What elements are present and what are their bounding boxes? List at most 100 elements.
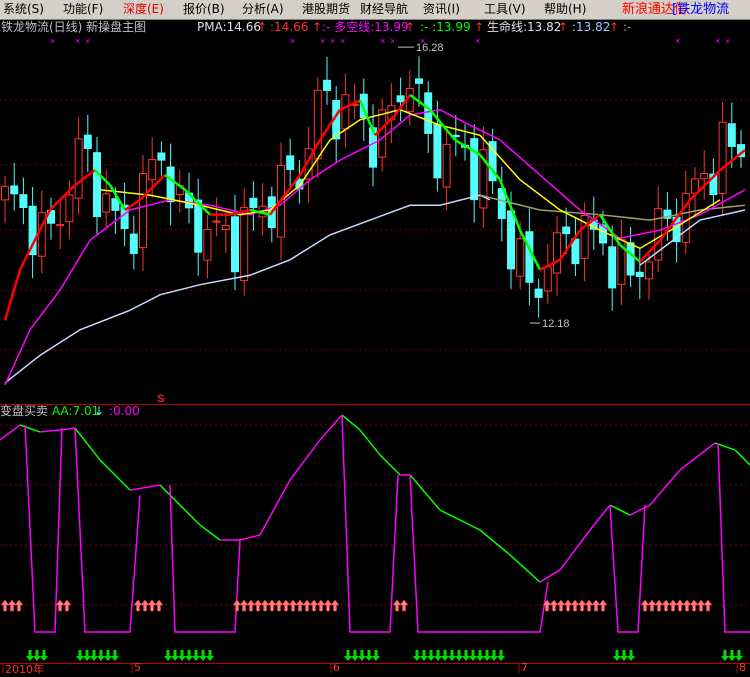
top-marker: × [725,36,730,46]
menu-bar: 系统(S) 功能(F) 深度(E) 报价(B) 分析(A) 港股期货 财经导航 … [0,0,750,20]
aa-drop-line [341,414,399,633]
sell-arrow-icon [351,650,359,661]
candle-body [56,223,65,227]
candle-body [626,242,635,276]
sell-arrow-icon [90,650,98,661]
ma-lines [3,46,746,386]
candle-body [562,226,571,235]
aa-value: AA:7.01 [52,404,100,418]
time-axis-label: 8 [739,661,746,674]
candle-body [249,197,258,209]
menu-depth[interactable]: 深度(E) [123,0,164,19]
menu-quote[interactable]: 报价(B) [183,0,225,19]
candle-body [240,206,249,282]
grid-lines [0,99,750,673]
buy-arrow-icon [330,599,340,612]
menu-analysis[interactable]: 分析(A) [242,0,284,19]
high-price-label: 16.28 [416,42,444,54]
menu-news[interactable]: 资讯(I) [423,0,460,19]
buy-arrow-icon [232,599,242,612]
up-arrow-icon: ↑ [405,20,416,34]
candle-body [341,94,350,130]
candle-body [286,155,295,170]
khaki-line [479,194,746,221]
candle-body [424,92,433,134]
aa-segment [559,529,591,571]
buy-arrow-icon [302,599,312,612]
buy-arrow-icon [246,599,256,612]
life-line-value: :13.82 [572,20,611,34]
aa-segment [99,459,131,491]
menu-hk-futures[interactable]: 港股期货 [302,0,350,19]
sell-arrow-icon [97,650,105,661]
candle-body [19,194,28,209]
indicator-title: 变盘买卖 [0,404,49,418]
top-marker: × [330,36,335,46]
sell-arrow-icon [620,650,628,661]
sell-arrow-icon [613,650,621,661]
sell-arrow-icon [434,650,442,661]
sell-arrow-icon [206,650,214,661]
zero-value: :0.00 [109,404,140,418]
buy-arrow-icon [0,599,10,612]
candle-body [10,185,19,195]
menu-tools[interactable]: 工具(V) [484,0,526,19]
buy-arrow-icon [647,599,657,612]
sell-arrow-icon [420,650,428,661]
candle-body [65,194,74,223]
sell-arrow-icon [427,650,435,661]
buy-arrow-icon [696,599,706,612]
candle-body [194,199,203,253]
chart-canvas[interactable]: × × × × × × × × × × × × × × 16.28 12.18 S [0,0,750,673]
top-marker: × [320,36,325,46]
sell-arrow-icon [728,650,736,661]
buy-arrow-icon [147,599,157,612]
menu-function[interactable]: 功能(F) [63,0,103,19]
sell-arrow-icon [171,650,179,661]
sell-arrow-icon [721,650,729,661]
sell-arrow-icon [455,650,463,661]
sell-arrow-icon [627,650,635,661]
candle-body [507,210,515,270]
candle-body [433,123,442,179]
menu-help[interactable]: 帮助(H) [544,0,586,19]
aa-segment [129,484,161,491]
aa-segment [359,429,381,456]
sell-arrow-icon [192,650,200,661]
aa-drop-line [169,485,241,633]
aa-segment [379,454,401,476]
indicator-lines [0,414,750,633]
aa-segment [439,509,481,531]
candle-body [378,109,387,158]
sell-arrow-icon [104,650,112,661]
chart-title: 铁龙物流(日线) 新操盘主图 [1,20,147,34]
menu-finance-nav[interactable]: 财经导航 [360,0,408,19]
aa-segment [0,424,21,441]
aa-segment [589,504,611,531]
aa-segment [509,554,541,583]
buy-arrow-icon [682,599,692,612]
sell-arrow-icon [413,650,421,661]
candle-body [608,246,617,289]
up-arrow-icon: ↑ [474,20,485,34]
time-axis-label: 5 [134,661,141,674]
up-arrow-icon: ↑ [609,20,620,34]
buy-arrow-icon [640,599,650,612]
sell-arrow-icon [497,650,505,661]
up-arrow-icon: ↑ [257,20,268,34]
time-axis-label: 6 [333,661,340,674]
candle-body [203,228,212,261]
buy-arrow-icon [661,599,671,612]
aa-segment [409,474,441,511]
buy-arrow-icon [55,599,65,612]
candle-body [221,225,230,231]
candle-body [553,232,561,274]
buy-arrow-icon [7,599,17,612]
stock-tab[interactable]: [铁龙物流 [672,0,729,19]
menu-system[interactable]: 系统(S) [3,0,44,19]
candle-body [139,172,147,249]
candle-body [525,231,534,283]
aa-segment [39,429,61,433]
up-arrow-icon: ↑ [312,20,323,34]
aa-segment [341,414,361,431]
